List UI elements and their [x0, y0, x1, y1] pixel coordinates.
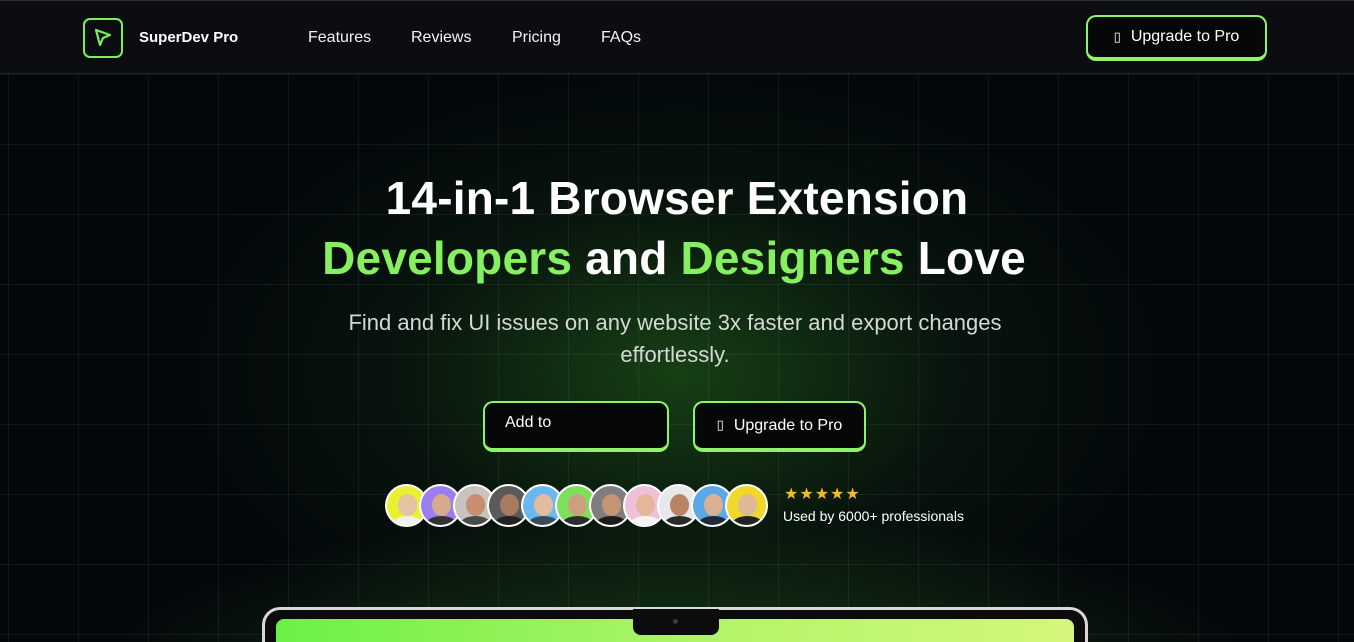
title-love: Love [904, 232, 1026, 284]
hero-upgrade-label: Upgrade to Pro [733, 416, 843, 434]
rating-stars: ★★★★★ [784, 484, 861, 503]
cursor-logo-icon [94, 28, 112, 47]
hero-title-line1: 14-in-1 Browser Extension [385, 172, 969, 224]
nav-features[interactable]: Features [308, 29, 371, 47]
crown-icon: ▯ [1113, 29, 1121, 45]
upgrade-to-pro-button[interactable]: ▯ Upgrade to Pro [1086, 15, 1267, 61]
accent-developers: Developers [322, 232, 573, 284]
add-to-browser-button[interactable]: Add to [483, 401, 669, 452]
brand-name[interactable]: SuperDev Pro [139, 29, 238, 46]
logo[interactable] [83, 18, 123, 58]
hero-upgrade-button[interactable]: ▯ Upgrade to Pro [693, 401, 866, 452]
accent-designers: Designers [680, 232, 905, 284]
hero-title-line2: Developers and Designers Love [0, 231, 1351, 285]
laptop-mockup [262, 607, 1088, 642]
add-button-label: Add to [505, 413, 552, 431]
laptop-notch [633, 609, 719, 635]
top-navbar: SuperDev Pro Features Reviews Pricing FA… [0, 0, 1354, 74]
social-proof-text: Used by 6000+ professionals [783, 508, 964, 524]
title-and: and [572, 232, 681, 284]
nav-faqs[interactable]: FAQs [601, 29, 641, 47]
nav-pricing[interactable]: Pricing [512, 29, 561, 47]
camera-icon [673, 619, 678, 624]
avatar [725, 484, 768, 527]
hero-subtitle: Find and fix UI issues on any website 3x… [348, 310, 1002, 367]
crown-icon: ▯ [716, 418, 724, 433]
upgrade-button-label: Upgrade to Pro [1130, 28, 1240, 45]
nav-reviews[interactable]: Reviews [411, 29, 471, 47]
